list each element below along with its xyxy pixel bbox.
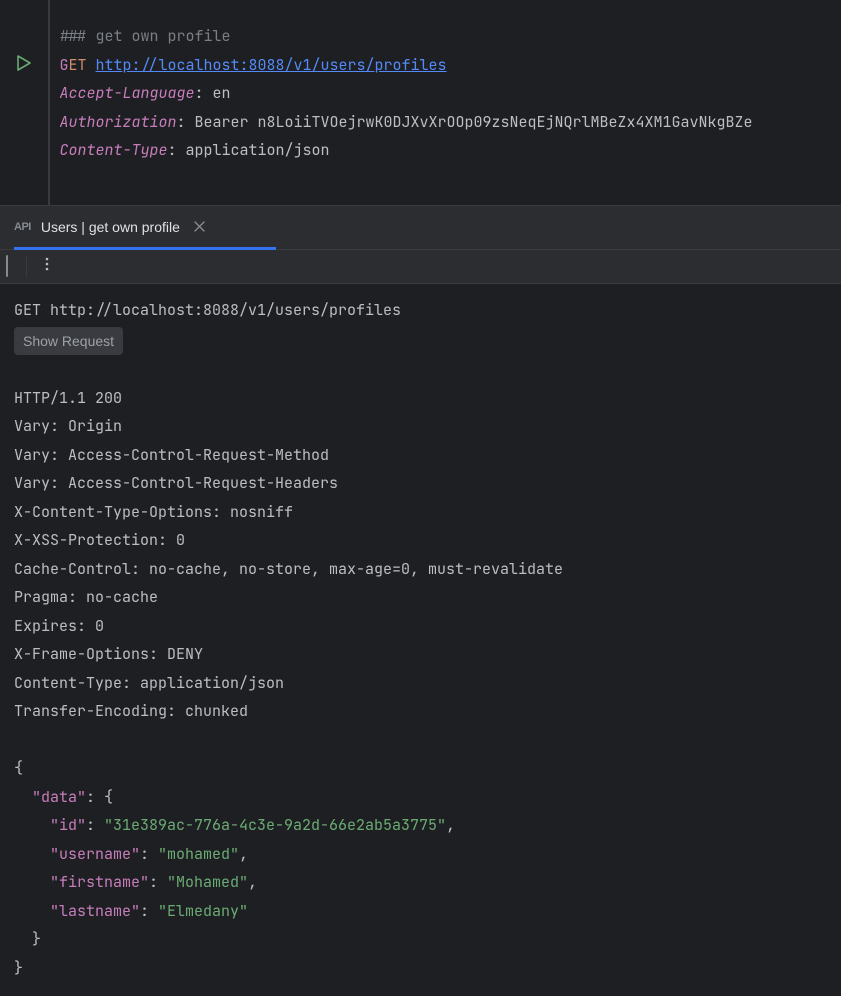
- header-value: Bearer n8LoiiTVOejrwK0DJXvXrOOp09zsNeqEj…: [195, 112, 753, 132]
- tab-users-get-own-profile[interactable]: API Users | get own profile: [0, 206, 219, 249]
- response-header: Vary: Access-Control-Request-Headers: [14, 473, 338, 493]
- response-tab-bar: API Users | get own profile: [0, 205, 841, 250]
- json-key: "lastname": [50, 901, 140, 921]
- gutter: [0, 0, 48, 205]
- header-name: Accept-Language: [60, 83, 195, 103]
- header-value: en: [213, 83, 231, 103]
- api-icon: API: [14, 217, 31, 238]
- json-value: "31e389ac-776a-4c3e-9a2d-66e2ab5a3775": [104, 815, 446, 835]
- response-output[interactable]: GET http://localhost:8088/v1/users/profi…: [0, 284, 841, 996]
- close-icon[interactable]: [190, 214, 205, 241]
- response-header: Expires: 0: [14, 616, 104, 636]
- json-brace: }: [14, 929, 41, 949]
- editor-pane: ### get own profile GET http://localhost…: [0, 0, 841, 205]
- separator: [26, 257, 27, 277]
- response-toolbar: [0, 250, 841, 284]
- status-line: HTTP/1.1 200: [14, 388, 122, 408]
- json-value: "Elmedany": [158, 901, 248, 921]
- json-value: "Mohamed": [167, 872, 248, 892]
- json-key: "id": [50, 815, 86, 835]
- json-brace: }: [14, 958, 23, 978]
- response-header: Cache-Control: no-cache, no-store, max-a…: [14, 559, 563, 579]
- response-header: X-Frame-Options: DENY: [14, 644, 203, 664]
- response-request-line: GET http://localhost:8088/v1/users/profi…: [14, 300, 401, 320]
- code-area[interactable]: ### get own profile GET http://localhost…: [60, 0, 753, 205]
- more-actions-icon[interactable]: [45, 252, 49, 281]
- json-value: "mohamed": [158, 844, 239, 864]
- json-key: "data": [32, 787, 86, 807]
- response-header: Vary: Origin: [14, 416, 122, 436]
- run-request-icon[interactable]: [17, 52, 31, 81]
- response-header: X-XSS-Protection: 0: [14, 530, 185, 550]
- json-key: "username": [50, 844, 140, 864]
- response-header: X-Content-Type-Options: nosniff: [14, 502, 293, 522]
- response-header: Pragma: no-cache: [14, 587, 158, 607]
- header-name: Authorization: [60, 112, 177, 132]
- active-tab-indicator: [14, 247, 276, 250]
- header-value: application/json: [186, 140, 330, 160]
- response-header: Vary: Access-Control-Request-Method: [14, 445, 329, 465]
- http-method: GET: [60, 55, 87, 75]
- header-name: Content-Type: [60, 140, 168, 160]
- gutter-divider: [48, 0, 50, 205]
- layout-icon[interactable]: [6, 252, 8, 281]
- json-key: "firstname": [50, 872, 149, 892]
- section-comment: ### get own profile: [60, 26, 231, 46]
- response-header: Content-Type: application/json: [14, 673, 284, 693]
- show-request-button[interactable]: Show Request: [14, 327, 123, 356]
- json-brace: {: [14, 758, 23, 778]
- request-url[interactable]: http://localhost:8088/v1/users/profiles: [96, 55, 447, 75]
- tab-title: Users | get own profile: [41, 214, 180, 241]
- response-header: Transfer-Encoding: chunked: [14, 701, 248, 721]
